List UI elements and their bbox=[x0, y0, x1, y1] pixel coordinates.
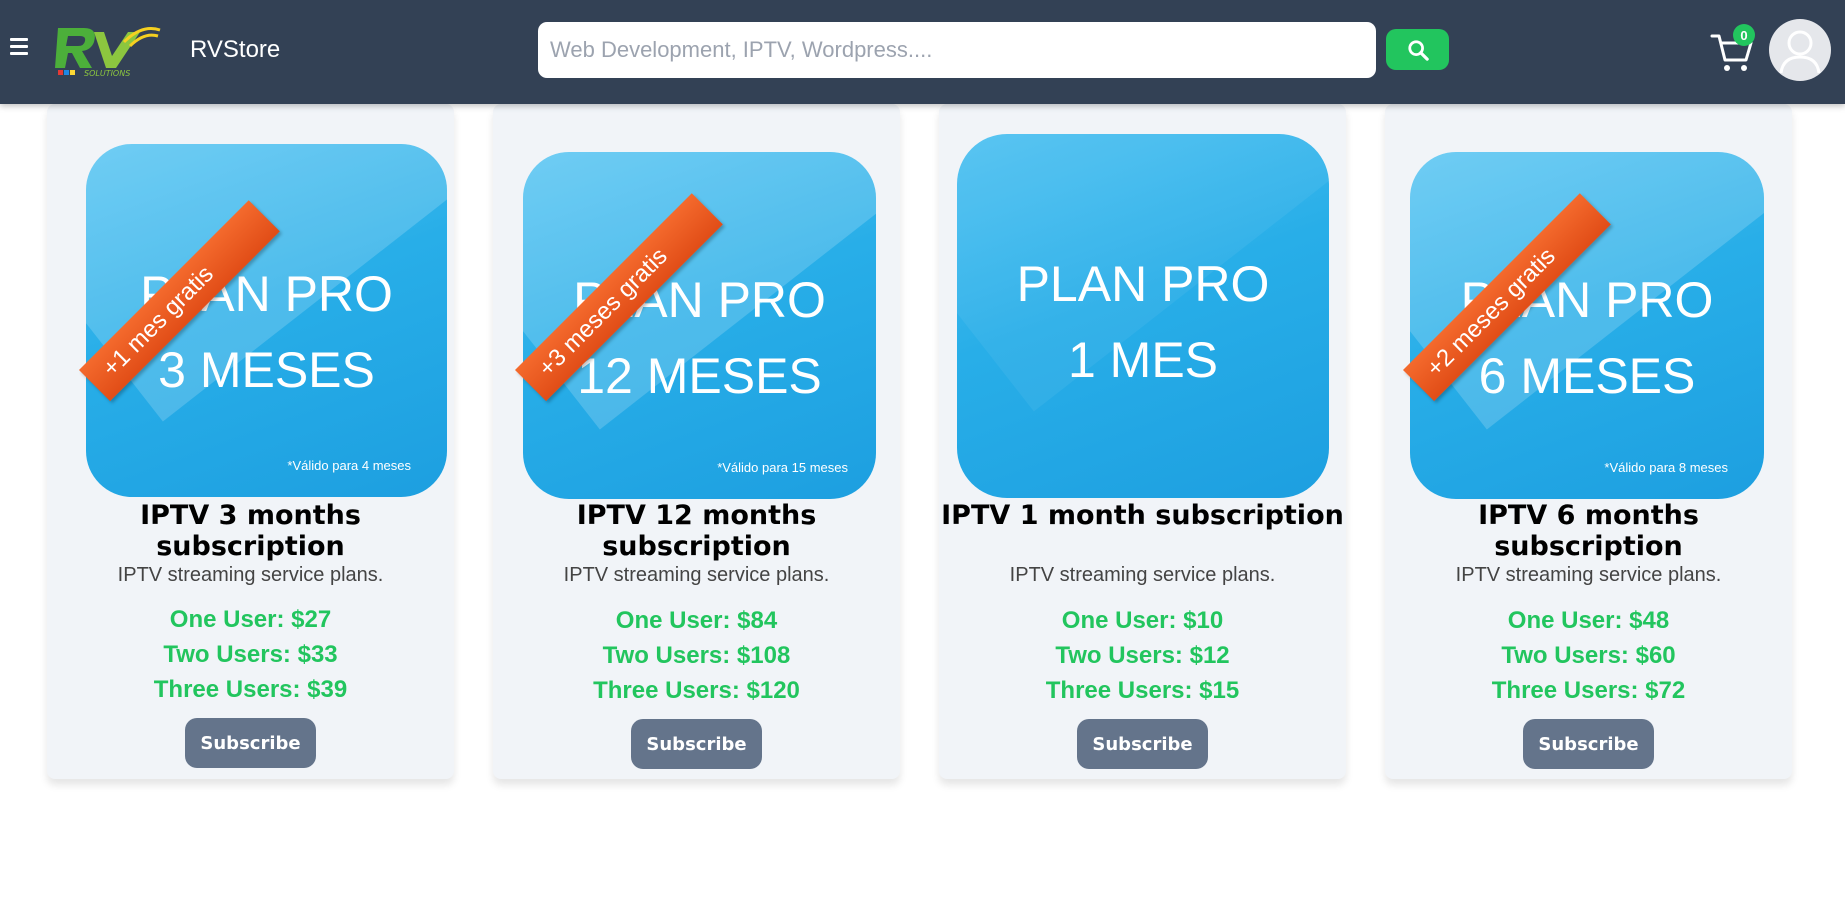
price-two-users: Two Users: $12 bbox=[1055, 642, 1230, 669]
validity-note: *Válido para 4 meses bbox=[287, 458, 411, 473]
validity-note: *Válido para 15 meses bbox=[717, 460, 848, 475]
product-title: IPTV 12 months subscription bbox=[576, 500, 817, 562]
product-description: IPTV streaming service plans. bbox=[1455, 564, 1722, 586]
subscribe-button[interactable]: Subscribe bbox=[1077, 719, 1208, 769]
product-card: PLAN PRO 12 MESES *Válido para 15 meses … bbox=[493, 104, 900, 779]
product-title: IPTV 1 month subscription bbox=[941, 500, 1344, 531]
cart-count-badge: 0 bbox=[1733, 24, 1755, 46]
svg-text:SOLUTIONS: SOLUTIONS bbox=[84, 69, 130, 78]
search-button[interactable] bbox=[1386, 29, 1449, 70]
price-one-user: One User: $10 bbox=[1061, 607, 1224, 634]
search-icon bbox=[1407, 39, 1429, 61]
product-title: IPTV 3 months subscription bbox=[140, 500, 361, 562]
price-one-user: One User: $48 bbox=[1507, 607, 1670, 634]
product-card: PLAN PRO 6 MESES *Válido para 8 meses +2… bbox=[1385, 104, 1792, 779]
price-three-users: Three Users: $120 bbox=[593, 677, 800, 704]
product-description: IPTV streaming service plans. bbox=[1009, 564, 1276, 586]
subscribe-button[interactable]: Subscribe bbox=[631, 719, 762, 769]
plan-tile: PLAN PRO 1 MES bbox=[957, 134, 1329, 498]
plan-line-1: PLAN PRO bbox=[1016, 256, 1270, 312]
brand-name[interactable]: RVStore bbox=[190, 36, 280, 64]
price-one-user: One User: $84 bbox=[615, 607, 778, 634]
price-two-users: Two Users: $108 bbox=[602, 642, 791, 669]
plan-line-2: 1 MES bbox=[1067, 332, 1219, 388]
product-card: PLAN PRO 3 MESES *Válido para 4 meses +1… bbox=[47, 104, 454, 779]
product-description: IPTV streaming service plans. bbox=[563, 564, 830, 586]
validity-note: *Válido para 8 meses bbox=[1604, 460, 1728, 475]
price-three-users: Three Users: $15 bbox=[1045, 677, 1240, 704]
product-image[interactable]: PLAN PRO 12 MESES *Válido para 15 meses … bbox=[515, 134, 893, 499]
price-three-users: Three Users: $72 bbox=[1491, 677, 1686, 704]
product-image[interactable]: PLAN PRO 6 MESES *Válido para 8 meses +2… bbox=[1403, 134, 1785, 499]
price-two-users: Two Users: $33 bbox=[163, 641, 338, 668]
product-title: IPTV 6 months subscription bbox=[1478, 500, 1699, 562]
price-one-user: One User: $27 bbox=[169, 606, 332, 633]
rv-solutions-logo[interactable]: SOLUTIONS bbox=[54, 20, 166, 80]
price-three-users: Three Users: $39 bbox=[153, 676, 348, 703]
product-image[interactable]: PLAN PRO 3 MESES *Válido para 4 meses +1… bbox=[77, 134, 447, 497]
user-avatar[interactable] bbox=[1769, 19, 1831, 81]
top-navbar: SOLUTIONS RVStore 0 bbox=[0, 0, 1845, 104]
product-image[interactable]: PLAN PRO 1 MES bbox=[957, 134, 1339, 498]
menu-icon[interactable] bbox=[10, 38, 30, 62]
product-card: PLAN PRO 1 MES IPTV 1 month subscription… bbox=[939, 104, 1346, 779]
subscribe-button[interactable]: Subscribe bbox=[1523, 719, 1654, 769]
search-input[interactable] bbox=[538, 22, 1376, 78]
subscribe-button[interactable]: Subscribe bbox=[185, 718, 316, 768]
price-two-users: Two Users: $60 bbox=[1501, 642, 1676, 669]
product-description: IPTV streaming service plans. bbox=[117, 564, 384, 586]
